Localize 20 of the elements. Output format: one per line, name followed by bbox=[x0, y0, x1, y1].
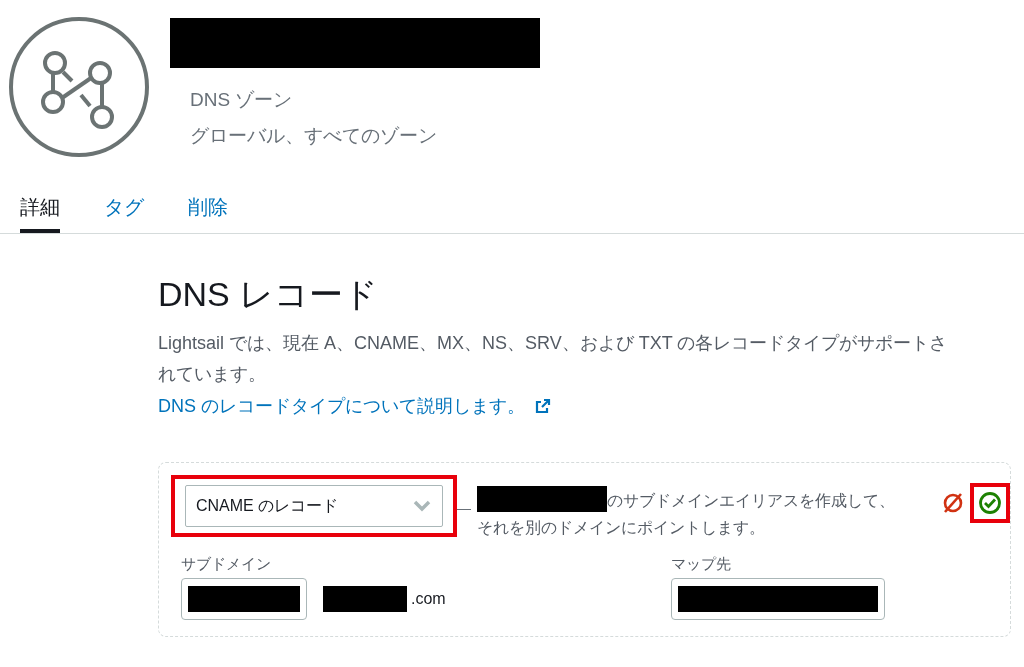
slashed-circle-icon[interactable] bbox=[942, 492, 964, 514]
docs-link[interactable]: DNS のレコードタイプについて説明します。 bbox=[158, 394, 551, 418]
tab[interactable]: 詳細 bbox=[20, 194, 60, 233]
tab[interactable]: タグ bbox=[104, 194, 144, 233]
network-nodes-icon bbox=[8, 16, 150, 158]
external-link-icon bbox=[535, 398, 551, 414]
section-title: DNS レコード bbox=[158, 274, 380, 315]
zone-scope: グローバル、すべてのゾーン bbox=[190, 124, 438, 148]
section-description: Lightsail では、現在 A、CNAME、MX、NS、SRV、および TXT の各レコードタイプがサポートされています。 bbox=[158, 332, 949, 386]
record-type-select[interactable]: CNAME のレコード bbox=[185, 485, 443, 527]
subdomain-field[interactable] bbox=[181, 578, 307, 620]
domain-suffix: .com bbox=[411, 590, 446, 608]
record-description: のサブドメインエイリアスを作成して、それを別のドメインにポイントします。 bbox=[476, 486, 904, 541]
field-label: サブドメイン bbox=[181, 555, 272, 574]
field-label: マップ先 bbox=[671, 555, 732, 574]
tab[interactable]: 削除 bbox=[188, 194, 228, 233]
chevron-down-icon bbox=[412, 500, 432, 512]
target-field[interactable] bbox=[671, 578, 885, 620]
zone-type: DNS ゾーン bbox=[190, 88, 294, 112]
check-circle-icon[interactable] bbox=[978, 491, 1002, 515]
